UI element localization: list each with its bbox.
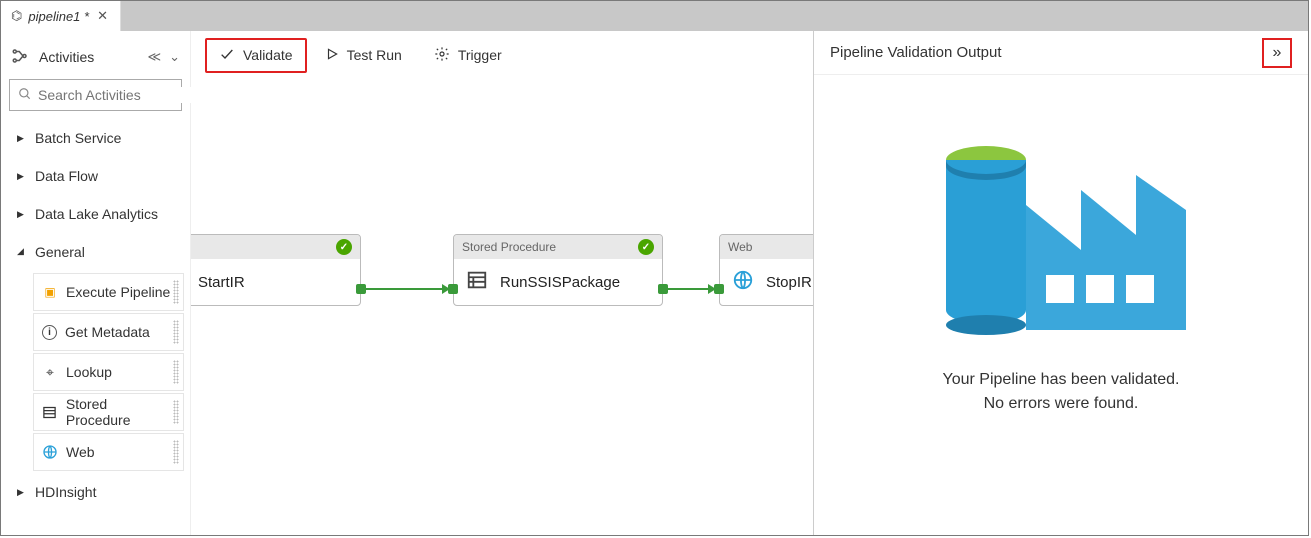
node-runssispackage[interactable]: Stored Procedure ✓ RunSSISPackage [453, 234, 663, 306]
chevron-down-icon[interactable]: ⌄ [169, 49, 180, 65]
panel-collapse-button[interactable]: » [1262, 38, 1292, 68]
grip-icon [173, 320, 179, 344]
activity-stored-procedure[interactable]: Stored Procedure [33, 393, 184, 431]
activity-label: Execute Pipeline [66, 284, 170, 300]
factory-illustration [931, 115, 1191, 350]
activities-icon [11, 47, 29, 68]
sidebar-title: Activities [39, 49, 94, 65]
activity-label: Web [66, 444, 95, 460]
node-name: RunSSISPackage [500, 274, 620, 291]
port-in[interactable] [714, 284, 724, 294]
activity-web[interactable]: Web [33, 433, 184, 471]
group-data-flow[interactable]: Data Flow [1, 157, 190, 195]
activity-lookup[interactable]: ⌖ Lookup [33, 353, 184, 391]
test-run-button[interactable]: Test Run [311, 39, 416, 72]
close-icon[interactable]: ✕ [97, 8, 108, 24]
stored-procedure-icon [42, 404, 58, 420]
node-name: StopIR [766, 274, 812, 291]
stored-procedure-icon [466, 269, 488, 295]
chevron-collapse-icon[interactable]: ≪ [147, 49, 161, 65]
tab-title: pipeline1 * [28, 9, 89, 24]
chevron-right-icon: » [1273, 44, 1282, 62]
status-ok-icon: ✓ [336, 239, 352, 255]
execute-pipeline-icon: ▣ [42, 284, 58, 300]
group-general[interactable]: General [1, 233, 190, 271]
pipeline-canvas-wrap: Validate Test Run Trigger eb ✓ [191, 31, 813, 535]
node-startir[interactable]: eb ✓ StartIR [191, 234, 361, 306]
activity-label: Lookup [66, 364, 112, 380]
trigger-label: Trigger [458, 47, 502, 63]
pipeline-canvas[interactable]: eb ✓ StartIR Stored Procedure ✓ [191, 79, 813, 535]
group-data-lake-analytics[interactable]: Data Lake Analytics [1, 195, 190, 233]
validation-panel: Pipeline Validation Output » Your [813, 31, 1308, 535]
grip-icon [173, 360, 179, 384]
status-ok-icon: ✓ [638, 239, 654, 255]
port-in[interactable] [448, 284, 458, 294]
validation-message: Your Pipeline has been validated. No err… [943, 368, 1180, 416]
web-icon [732, 269, 754, 295]
group-hdinsight[interactable]: HDInsight [1, 473, 190, 511]
sidebar-header: Activities ≪ ⌄ [1, 35, 190, 79]
validation-msg-line2: No errors were found. [943, 392, 1180, 416]
activities-tree: Batch Service Data Flow Data Lake Analyt… [1, 119, 190, 511]
gear-icon [434, 46, 450, 65]
grip-icon [173, 400, 179, 424]
metadata-icon: i [42, 325, 57, 340]
web-icon [42, 444, 58, 460]
node-name: StartIR [198, 274, 245, 291]
activity-label: Get Metadata [65, 324, 150, 340]
node-stopir[interactable]: Web StopIR [719, 234, 813, 306]
play-icon [325, 47, 339, 64]
lookup-icon: ⌖ [42, 364, 58, 380]
group-batch-service[interactable]: Batch Service [1, 119, 190, 157]
node-type-label: Stored Procedure [462, 240, 556, 254]
tab-strip: ⌬ pipeline1 * ✕ [1, 1, 1308, 31]
grip-icon [173, 440, 179, 464]
search-icon [18, 87, 32, 104]
grip-icon [173, 280, 179, 304]
tab-pipeline1[interactable]: ⌬ pipeline1 * ✕ [1, 1, 121, 31]
node-type-label: Web [728, 240, 752, 254]
activities-sidebar: Activities ≪ ⌄ Batch Service Data Flow D… [1, 31, 191, 535]
check-icon [219, 46, 235, 65]
activity-label: Stored Procedure [66, 396, 175, 428]
validation-msg-line1: Your Pipeline has been validated. [943, 368, 1180, 392]
validate-label: Validate [243, 47, 293, 63]
validate-button[interactable]: Validate [205, 38, 307, 73]
trigger-button[interactable]: Trigger [420, 38, 516, 73]
connector-2 [665, 288, 715, 290]
canvas-toolbar: Validate Test Run Trigger [191, 31, 813, 79]
activity-execute-pipeline[interactable]: ▣ Execute Pipeline [33, 273, 184, 311]
pipeline-icon: ⌬ [11, 8, 22, 24]
search-activities[interactable] [9, 79, 182, 111]
panel-title: Pipeline Validation Output [830, 44, 1002, 61]
activity-get-metadata[interactable]: i Get Metadata [33, 313, 184, 351]
test-run-label: Test Run [347, 47, 402, 63]
connector-1 [363, 288, 449, 290]
